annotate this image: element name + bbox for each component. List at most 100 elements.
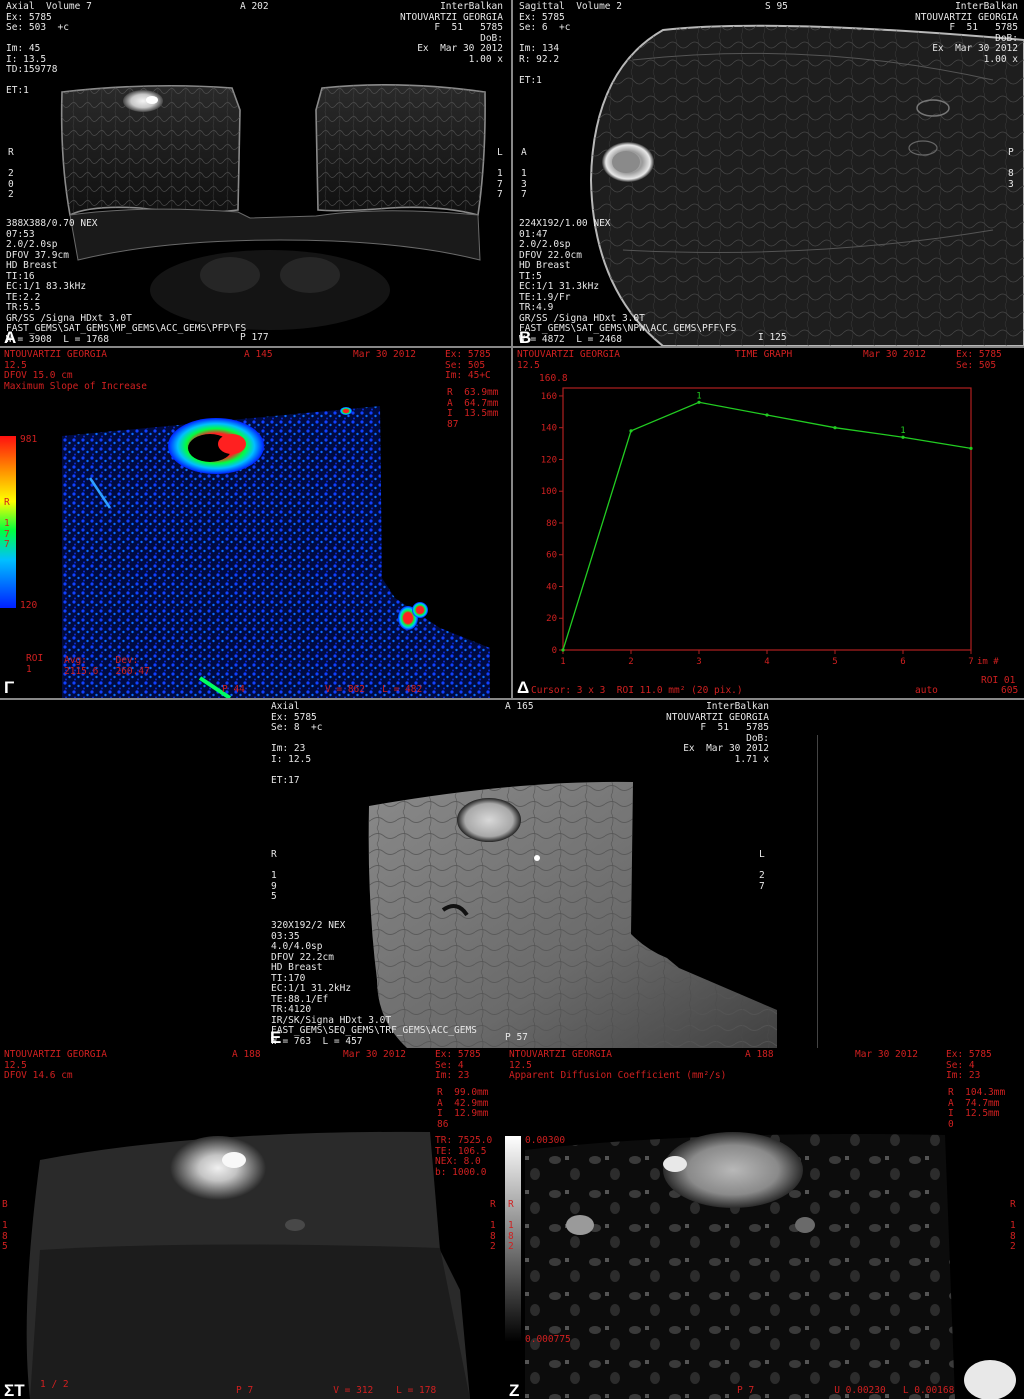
panel-g-top-left-info: NTOUVARTZI GEORGIA 12.5 DFOV 15.0 cm Max… [4, 349, 147, 392]
panel-a-left-orientation: R 2 0 2 [8, 147, 14, 200]
panel-d-y-max-label: 160.8 [539, 373, 568, 384]
panel-g-image [0, 348, 511, 698]
y-tick-label: 80 [546, 519, 557, 529]
panel-st-image [0, 1050, 503, 1399]
data-point [561, 648, 565, 652]
y-tick-label: 40 [546, 582, 557, 592]
data-point [969, 446, 973, 450]
time-graph-chart: 0 20 40 60 80 100 120 140 160 1 2 3 4 5 6 7 im # 1 1 [513, 348, 1024, 698]
data-point [833, 426, 837, 430]
panel-b-right-orientation: P 8 3 [1008, 147, 1014, 190]
panel-g-top-center: A 145 [244, 349, 273, 360]
x-tick-label: 3 [696, 657, 701, 667]
panel-g-scale-middle: R 1 7 7 [4, 497, 10, 550]
panel-z-adc-map: NTOUVARTZI GEORGIA 12.5 Apparent Diffusi… [505, 1050, 1024, 1399]
panel-d-auto: auto [915, 685, 938, 696]
panel-st-right-orientation: R 1 8 2 [490, 1199, 496, 1252]
x-tick-label: 7 [968, 657, 973, 667]
panel-g-color-map: NTOUVARTZI GEORGIA 12.5 DFOV 15.0 cm Max… [0, 348, 511, 698]
x-tick-label: 2 [628, 657, 633, 667]
panel-g-label: Γ [4, 678, 15, 697]
panel-z-top-left-info: NTOUVARTZI GEORGIA 12.5 Apparent Diffusi… [509, 1050, 727, 1081]
panel-b-bottom-center: I 125 [758, 332, 787, 343]
panel-st-bottom-info: P 7 V = 312 L = 178 [236, 1385, 437, 1396]
panel-e-left-orientation: R 1 9 5 [271, 849, 277, 902]
data-point [629, 429, 633, 433]
y-tick-label: 0 [552, 646, 557, 656]
panel-z-top-right-info: Ex: 5785 Se: 4 Im: 23 [946, 1050, 992, 1081]
panel-e-axial-mri: Axial Ex: 5785 Se: 8 +c Im: 23 I: 12.5 E… [267, 700, 781, 1048]
panel-e-label: E [270, 1028, 282, 1047]
x-tick-label: 6 [900, 657, 905, 667]
panel-a-top-center: A 202 [240, 1, 269, 12]
x-tick-label: 1 [560, 657, 565, 667]
panel-b-top-left-info: Sagittal Volume 2 Ex: 5785 Se: 6 +c Im: … [519, 1, 622, 86]
vertical-divider-e [817, 735, 818, 1048]
panel-g-scale-top: 981 [20, 434, 38, 445]
x-tick-label: 5 [832, 657, 837, 667]
panel-b-bottom-left-info: 224X192/1.00 NEX 01:47 2.0/2.0sp DFOV 22… [519, 218, 737, 345]
panel-z-scale-bottom: 0.000775 [525, 1334, 571, 1345]
panel-d-cursor-info: Cursor: 3 x 3 ROI 11.0 mm² (20 pix.) [531, 685, 743, 696]
panel-d-top-left-info: NTOUVARTZI GEORGIA 12.5 [517, 349, 620, 371]
panel-a-right-orientation: L 1 7 7 [497, 147, 503, 200]
panel-st-date: Mar 30 2012 [343, 1050, 406, 1060]
panel-st-label: ΣΤ [4, 1381, 25, 1399]
panel-e-right-orientation: L 2 7 [759, 849, 765, 892]
panel-b-top-center: S 95 [765, 1, 788, 12]
panel-b-left-orientation: A 1 3 7 [521, 147, 527, 200]
panel-e-bottom-center: P 57 [505, 1032, 528, 1043]
panel-z-label: Z [509, 1381, 520, 1399]
panel-z-scale-middle: R 1 8 2 [508, 1199, 514, 1252]
panel-d-top-right-info: Ex: 5785 Se: 505 [956, 349, 1002, 371]
panel-z-scale-top: 0.00300 [525, 1135, 566, 1146]
x-tick-label: 4 [764, 657, 769, 667]
panel-z-right-orientation: R 1 8 2 [1010, 1199, 1016, 1252]
y-tick-label: 60 [546, 551, 557, 561]
y-tick-label: 140 [541, 424, 557, 434]
y-tick-label: 120 [541, 455, 557, 465]
panel-e-top-left-info: Axial Ex: 5785 Se: 8 +c Im: 23 I: 12.5 E… [271, 701, 323, 786]
panel-b-sagittal-mri: Sagittal Volume 2 Ex: 5785 Se: 6 +c Im: … [513, 0, 1024, 346]
x-axis-unit: im # [977, 657, 999, 667]
panel-d-date: Mar 30 2012 [863, 349, 926, 360]
panel-st-top-right-info: Ex: 5785 Se: 4 Im: 23 [435, 1050, 481, 1081]
panel-a-top-right-info: InterBalkan NTOUVARTZI GEORGIA F 51 5785… [400, 1, 503, 65]
y-tick-label: 160 [541, 392, 557, 402]
panel-d-title: TIME GRAPH [735, 349, 793, 360]
panel-st-coordinates: R 99.0mm A 42.9mm I 12.9mm 86 [437, 1087, 489, 1130]
panel-a-axial-mri: Axial Volume 7 Ex: 5785 Se: 503 +c Im: 4… [0, 0, 511, 346]
panel-st-sequence-params: TR: 7525.0 TE: 106.5 NEX: 8.0 b: 1000.0 [435, 1135, 493, 1178]
y-tick-label: 100 [541, 487, 557, 497]
panel-g-date: Mar 30 2012 [353, 349, 416, 360]
panel-st-top-center: A 188 [232, 1050, 261, 1060]
panel-z-coordinates: R 104.3mm A 74.7mm I 12.5mm 0 [948, 1087, 1006, 1130]
panel-z-date: Mar 30 2012 [855, 1050, 918, 1060]
panel-st-dwi: NTOUVARTZI GEORGIA 12.5 DFOV 14.6 cm A 1… [0, 1050, 503, 1399]
y-tick-label: 20 [546, 614, 557, 624]
panel-g-bottom-info: P 44 V = 862 L = 482 [222, 684, 423, 695]
panel-a-bottom-left-info: 388X388/0.70 NEX 07:53 2.0/2.0sp DFOV 37… [6, 218, 247, 345]
panel-g-average: Avg: Dev: 2115.6 260.47 [64, 655, 150, 677]
panel-b-label: B [519, 328, 532, 346]
panel-z-image [505, 1050, 1024, 1399]
panel-a-label: A [4, 328, 17, 346]
panel-g-roi: ROI 1 [26, 653, 44, 675]
point-label: 1 [900, 426, 905, 436]
panel-g-coordinates: R 63.9mm A 64.7mm I 13.5mm 87 [447, 387, 499, 430]
panel-a-bottom-center: P 177 [240, 332, 269, 343]
panel-a-top-left-info: Axial Volume 7 Ex: 5785 Se: 503 +c Im: 4… [6, 1, 92, 96]
panel-b-top-right-info: InterBalkan NTOUVARTZI GEORGIA F 51 5785… [915, 1, 1018, 65]
panel-z-top-center: A 188 [745, 1050, 774, 1060]
panel-z-bottom-info: P 7 U 0.00230 L 0.00168 [737, 1385, 955, 1396]
panel-st-left-orientation: B 1 8 5 [2, 1199, 8, 1252]
panel-e-top-center: A 165 [505, 701, 534, 712]
panel-st-top-left-info: NTOUVARTZI GEORGIA 12.5 DFOV 14.6 cm [4, 1050, 107, 1081]
panel-e-bottom-left-info: 320X192/2 NEX 03:35 4.0/4.0sp DFOV 22.2c… [271, 920, 477, 1047]
panel-g-scale-bottom: 120 [20, 600, 38, 611]
panel-d-num: 605 [1001, 685, 1019, 696]
point-label: 1 [696, 391, 701, 401]
panel-d-label: Δ [517, 678, 530, 697]
data-point [765, 413, 769, 417]
panel-g-top-right-info: Ex: 5785 Se: 505 Im: 45+C [445, 349, 491, 381]
